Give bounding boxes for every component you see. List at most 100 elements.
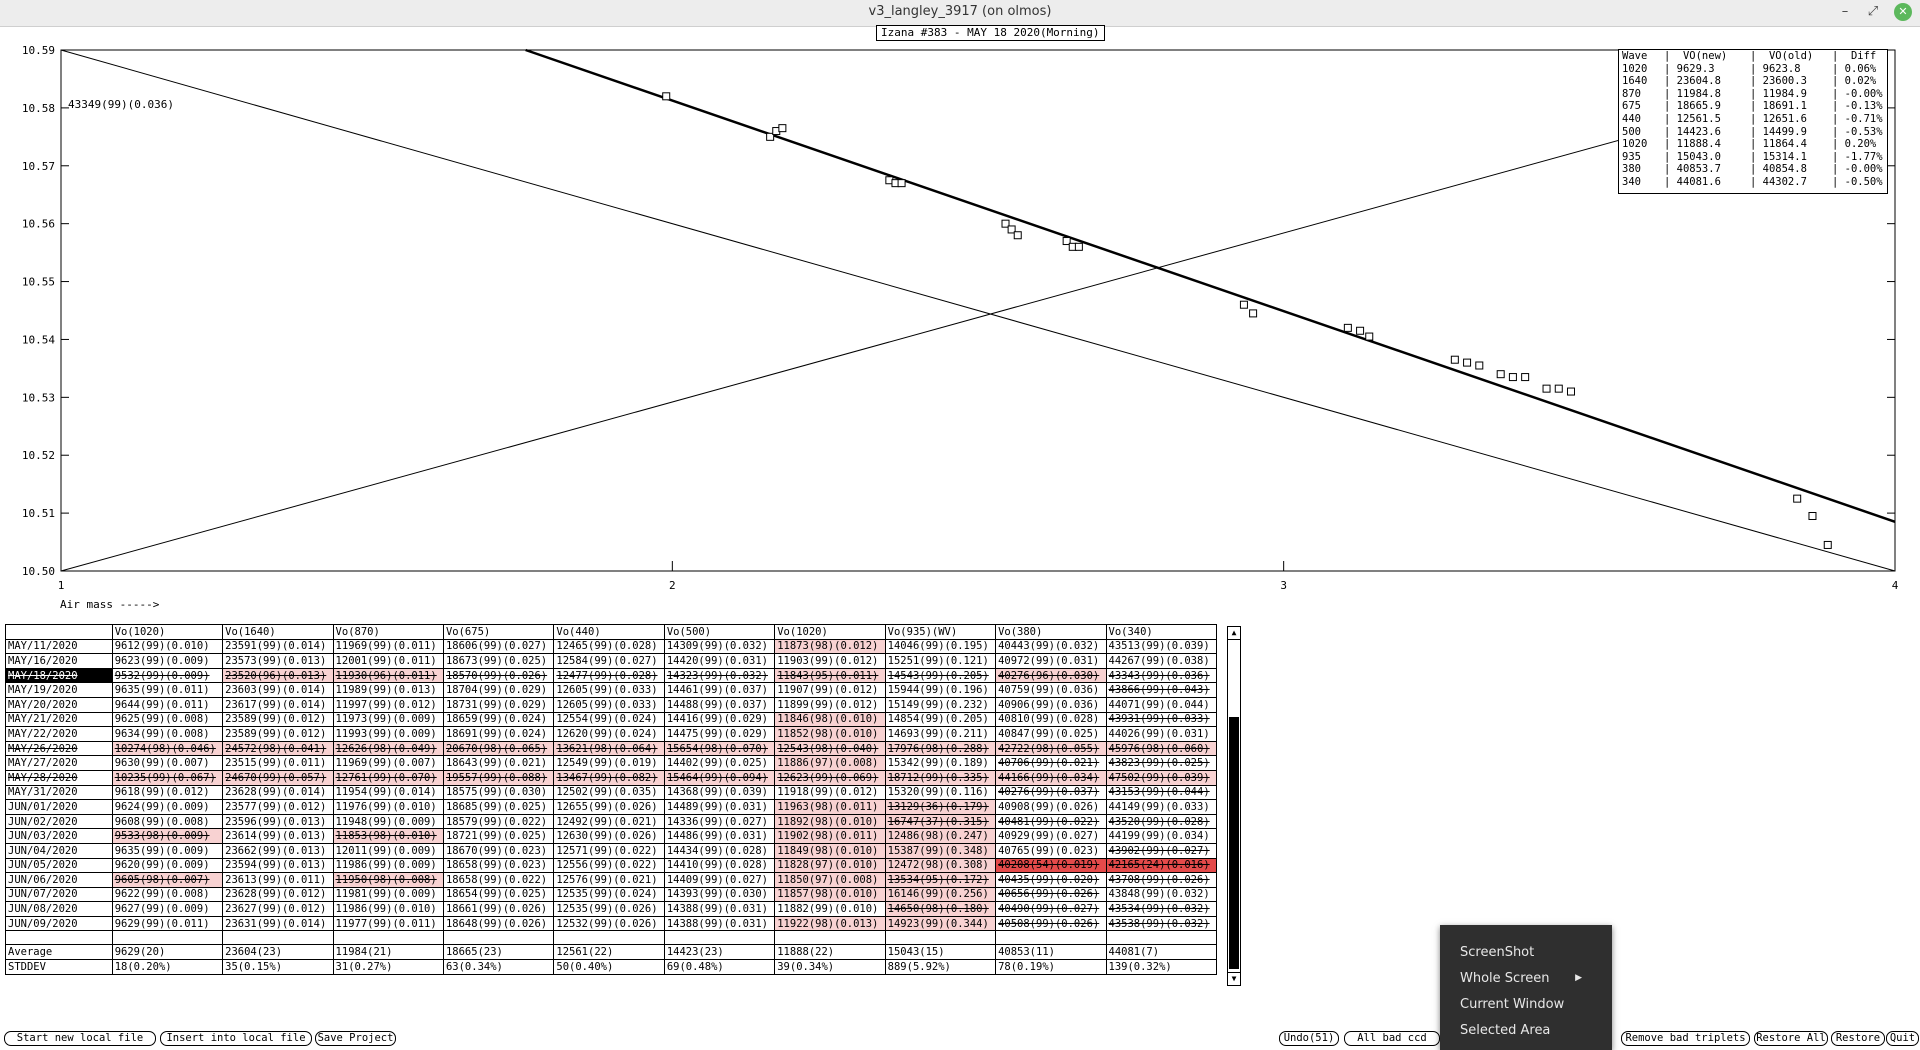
vo-cell[interactable]: 40481(99)(0.022) [995, 813, 1107, 830]
data-point[interactable] [1343, 323, 1352, 332]
vo-cell[interactable]: 12535(99)(0.026) [553, 901, 665, 917]
vo-cell[interactable]: 14409(99)(0.027) [663, 872, 776, 888]
table-row[interactable]: JUN/08/2020 9627(99)(0.009) 23627(99)(0.01… [5, 901, 1217, 917]
vo-cell[interactable]: 23591(99)(0.014) [222, 638, 334, 655]
vo-cell[interactable]: 23617(99)(0.014) [222, 696, 334, 713]
date-cell[interactable]: JUN/08/2020 [5, 901, 113, 917]
vo-cell[interactable]: 23577(99)(0.012) [222, 799, 334, 815]
vo-cell[interactable]: 18731(99)(0.029) [442, 696, 555, 713]
restore-all-button[interactable]: Restore All [1754, 1031, 1828, 1046]
table-row[interactable]: MAY/31/2020 9618(99)(0.012) 23628(99)(0.01… [5, 784, 1217, 801]
vo-cell[interactable]: 9620(99)(0.009) [111, 857, 224, 874]
table-row[interactable]: JUN/06/2020 9605(98)(0.007) 23613(99)(0.01… [5, 872, 1217, 888]
vo-cell[interactable]: 17976(98)(0.288) [884, 740, 997, 757]
vo-cell[interactable]: 9618(99)(0.012) [111, 784, 224, 801]
vo-cell[interactable]: 11954(99)(0.014) [332, 784, 444, 801]
vo-cell[interactable]: 23614(99)(0.013) [222, 828, 334, 844]
vo-cell[interactable]: 11922(98)(0.013) [774, 915, 886, 932]
table-row[interactable]: MAY/22/2020 9634(99)(0.008) 23589(99)(0.01… [5, 726, 1217, 742]
vo-cell[interactable]: 11857(98)(0.010) [774, 886, 886, 903]
data-point[interactable] [1542, 384, 1551, 393]
vo-cell[interactable]: 40810(99)(0.028) [995, 711, 1107, 728]
table-scrollbar[interactable]: ▲ ▼ [1227, 626, 1241, 986]
table-row[interactable]: JUN/09/2020 9629(99)(0.011) 23631(99)(0.01… [5, 915, 1217, 932]
vo-cell[interactable]: 9635(99)(0.009) [111, 842, 224, 859]
table-row[interactable]: MAY/16/2020 9623(99)(0.009) 23573(99)(0.01… [5, 653, 1217, 669]
date-cell[interactable]: JUN/03/2020 [5, 828, 113, 844]
vo-cell[interactable]: 40929(99)(0.027) [995, 828, 1107, 844]
column-header[interactable]: Vo(380) [995, 624, 1107, 640]
vo-cell[interactable]: 9627(99)(0.009) [111, 901, 224, 917]
vo-cell[interactable]: 15342(99)(0.189) [884, 755, 997, 771]
vo-cell[interactable]: 23573(99)(0.013) [222, 653, 334, 669]
scroll-down-icon[interactable]: ▼ [1228, 972, 1240, 985]
vo-cell[interactable]: 18654(99)(0.025) [442, 886, 555, 903]
column-header[interactable] [5, 624, 113, 640]
vo-cell[interactable]: 14393(99)(0.030) [663, 886, 776, 903]
vo-cell[interactable]: 23589(99)(0.012) [222, 726, 334, 742]
column-header[interactable]: Vo(440) [553, 624, 665, 640]
vo-cell[interactable]: 14461(99)(0.037) [663, 682, 776, 698]
vo-cell[interactable]: 18579(99)(0.022) [442, 813, 555, 830]
vo-cell[interactable]: 11986(99)(0.009) [332, 857, 444, 874]
vo-cell[interactable]: 14486(99)(0.031) [663, 828, 776, 844]
vo-cell[interactable]: 11977(99)(0.011) [332, 915, 444, 932]
vo-cell[interactable]: 12472(98)(0.308) [884, 857, 997, 874]
vo-cell[interactable]: 43902(99)(0.027) [1105, 842, 1217, 859]
table-row[interactable]: MAY/26/2020 10274(98)(0.046) 24572(98)(0.0… [5, 740, 1217, 757]
vo-cell[interactable]: 15251(99)(0.121) [884, 653, 997, 669]
vo-cell[interactable]: 12556(99)(0.022) [553, 857, 665, 874]
vo-cell[interactable]: 12549(99)(0.019) [553, 755, 665, 771]
data-point[interactable] [1249, 309, 1258, 318]
data-point[interactable] [1521, 373, 1530, 382]
close-button[interactable]: ✕ [1894, 3, 1912, 21]
data-point[interactable] [1793, 494, 1802, 503]
vo-cell[interactable]: 9622(99)(0.008) [111, 886, 224, 903]
vo-cell[interactable]: 11873(98)(0.012) [774, 638, 886, 655]
vo-cell[interactable]: 45976(98)(0.060) [1105, 740, 1217, 757]
vo-cell[interactable]: 14923(99)(0.344) [884, 915, 997, 932]
vo-cell[interactable]: 12001(99)(0.011) [332, 653, 444, 669]
vo-cell[interactable]: 23520(96)(0.013) [222, 667, 334, 684]
vo-cell[interactable]: 23613(99)(0.011) [222, 872, 334, 888]
date-cell[interactable]: MAY/26/2020 [5, 740, 113, 757]
vo-cell[interactable]: 11892(98)(0.010) [774, 813, 886, 830]
vo-cell[interactable]: 9635(99)(0.011) [111, 682, 224, 698]
vo-cell[interactable]: 11853(98)(0.010) [332, 828, 444, 844]
vo-cell[interactable]: 23662(99)(0.013) [222, 842, 334, 859]
vo-cell[interactable]: 43848(99)(0.032) [1105, 886, 1217, 903]
save-project-button[interactable]: Save Project [315, 1031, 396, 1046]
vo-cell[interactable]: 23515(99)(0.011) [222, 755, 334, 771]
vo-cell[interactable]: 9634(99)(0.008) [111, 726, 224, 742]
data-point[interactable] [1463, 358, 1472, 367]
vo-cell[interactable]: 14388(99)(0.031) [663, 901, 776, 917]
vo-cell[interactable]: 9630(99)(0.007) [111, 755, 224, 771]
vo-cell[interactable]: 11850(97)(0.008) [774, 872, 886, 888]
table-row[interactable]: MAY/28/2020 10235(99)(0.067) 24670(99)(0.0… [5, 769, 1217, 786]
date-cell[interactable]: JUN/06/2020 [5, 872, 113, 888]
vo-cell[interactable]: 11950(98)(0.008) [332, 872, 444, 888]
date-cell[interactable]: MAY/21/2020 [5, 711, 113, 728]
vo-cell[interactable]: 44149(99)(0.033) [1105, 799, 1217, 815]
vo-cell[interactable]: 15464(99)(0.094) [663, 769, 776, 786]
table-row[interactable]: MAY/19/2020 9635(99)(0.011) 23603(99)(0.01… [5, 682, 1217, 698]
vo-cell[interactable]: 15149(99)(0.232) [884, 696, 997, 713]
vo-cell[interactable]: 11993(99)(0.009) [332, 726, 444, 742]
vo-cell[interactable]: 11981(99)(0.009) [332, 886, 444, 903]
restore-button[interactable]: Restore [1831, 1031, 1885, 1046]
vo-cell[interactable]: 19557(99)(0.088) [442, 769, 555, 786]
menu-item-selected-area[interactable]: Selected Area [1460, 1021, 1550, 1041]
vo-cell[interactable]: 12620(99)(0.024) [553, 726, 665, 742]
vo-cell[interactable]: 9644(99)(0.011) [111, 696, 224, 713]
vo-cell[interactable]: 12532(99)(0.026) [553, 915, 665, 932]
data-point[interactable] [662, 92, 671, 101]
vo-cell[interactable]: 14650(98)(0.180) [884, 901, 997, 917]
vo-cell[interactable]: 9623(99)(0.009) [111, 653, 224, 669]
start-new-local-file-button[interactable]: Start new local file [4, 1031, 156, 1046]
vo-cell[interactable]: 40490(99)(0.027) [995, 901, 1107, 917]
vo-cell[interactable]: 11948(99)(0.009) [332, 813, 444, 830]
vo-cell[interactable]: 43343(99)(0.036) [1105, 667, 1217, 684]
date-cell[interactable]: MAY/20/2020 [5, 696, 113, 713]
vo-cell[interactable]: 18648(99)(0.026) [442, 915, 555, 932]
vo-cell[interactable]: 14368(99)(0.039) [663, 784, 776, 801]
